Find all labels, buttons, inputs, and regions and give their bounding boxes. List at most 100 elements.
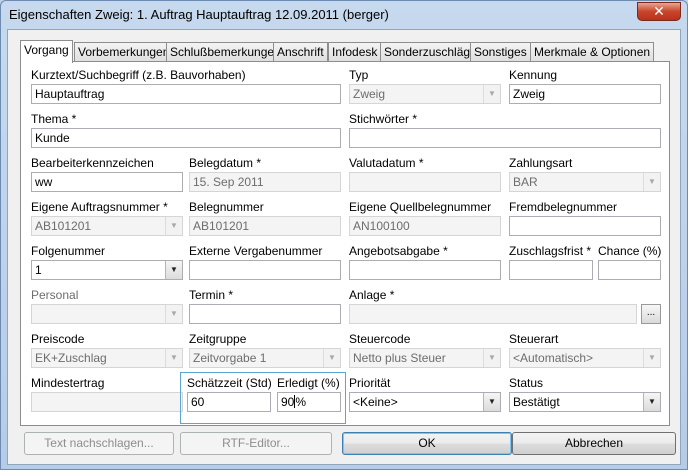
steuercode-select[interactable]: Netto plus Steuer ▼ bbox=[349, 348, 501, 368]
folgenummer-select[interactable]: 1 ▼ bbox=[31, 260, 183, 280]
erledigt-label: Erledigt (%) bbox=[277, 376, 340, 390]
tab-vorbemerkungen[interactable]: Vorbemerkungen bbox=[74, 42, 174, 62]
belegnummer-input[interactable]: AB101201 bbox=[189, 216, 341, 236]
thema-input[interactable]: Kunde bbox=[31, 128, 341, 148]
bearbeiter-label: Bearbeiterkennzeichen bbox=[31, 156, 154, 170]
angebotsabgabe-label: Angebotsabgabe * bbox=[349, 244, 448, 258]
kennung-label: Kennung bbox=[509, 68, 558, 82]
status-select[interactable]: Bestätigt ▼ bbox=[509, 392, 661, 412]
angebotsabgabe-input[interactable] bbox=[349, 260, 501, 280]
zeitgruppe-select[interactable]: Zeitvorgabe 1 ▼ bbox=[189, 348, 341, 368]
prioritaet-value: <Keine> bbox=[353, 395, 398, 409]
schaetzzeit-label: Schätzzeit (Std) bbox=[187, 376, 272, 390]
eigene-auftragsnr-value: AB101201 bbox=[35, 219, 92, 233]
termin-label: Termin * bbox=[189, 288, 234, 302]
bearbeiter-input[interactable]: ww bbox=[31, 172, 183, 192]
mindestertrag-input[interactable] bbox=[31, 392, 183, 412]
dialog-client-area: Vorgang Vorbemerkungen Schlußbemerkungen… bbox=[7, 29, 681, 465]
abbrechen-button[interactable]: Abbrechen bbox=[512, 432, 676, 455]
steuerart-label: Steuerart bbox=[509, 332, 559, 346]
preiscode-value: EK+Zuschlag bbox=[35, 351, 107, 365]
zeitgruppe-value: Zeitvorgabe 1 bbox=[193, 351, 267, 365]
chevron-down-icon: ▼ bbox=[483, 85, 500, 103]
typ-value: Zweig bbox=[353, 87, 386, 101]
externe-vergabe-input[interactable] bbox=[189, 260, 341, 280]
prioritaet-select[interactable]: <Keine> ▼ bbox=[349, 392, 501, 412]
kurztext-input[interactable]: Hauptauftrag bbox=[31, 84, 341, 104]
ok-button[interactable]: OK bbox=[342, 432, 512, 455]
typ-select[interactable]: Zweig ▼ bbox=[349, 84, 501, 104]
rtf-editor-button[interactable]: RTF-Editor... bbox=[180, 432, 332, 455]
chevron-down-icon: ▼ bbox=[165, 349, 182, 367]
externe-vergabe-label: Externe Vergabenummer bbox=[189, 244, 323, 258]
chevron-down-icon: ▼ bbox=[483, 393, 500, 411]
valutadatum-input[interactable] bbox=[349, 172, 501, 192]
chevron-down-icon: ▼ bbox=[643, 393, 660, 411]
erledigt-unit: % bbox=[295, 395, 307, 409]
quellbelegnr-input[interactable]: AN100100 bbox=[349, 216, 501, 236]
tab-sonderzuschlaege[interactable]: Sonderzuschläge bbox=[380, 42, 481, 62]
steuerart-value: <Automatisch> bbox=[513, 351, 594, 365]
anlage-input[interactable] bbox=[349, 304, 637, 324]
zuschlagsfrist-input[interactable] bbox=[509, 260, 593, 280]
anlage-browse-button[interactable]: ... bbox=[641, 304, 661, 324]
zahlungsart-value: BAR bbox=[513, 175, 538, 189]
steuerart-select[interactable]: <Automatisch> ▼ bbox=[509, 348, 661, 368]
zahlungsart-label: Zahlungsart bbox=[509, 156, 573, 170]
stichwoerter-input[interactable] bbox=[349, 128, 661, 148]
eigene-auftragsnr-select[interactable]: AB101201 ▼ bbox=[31, 216, 183, 236]
window-title: Eigenschaften Zweig: 1. Auftrag Hauptauf… bbox=[9, 7, 389, 22]
belegnummer-label: Belegnummer bbox=[189, 200, 264, 214]
erledigt-input[interactable]: 90% bbox=[277, 392, 341, 412]
schaetzzeit-input[interactable]: 60 bbox=[187, 392, 271, 412]
zahlungsart-select[interactable]: BAR ▼ bbox=[509, 172, 661, 192]
steuercode-label: Steuercode bbox=[349, 332, 411, 346]
personal-label: Personal bbox=[31, 288, 79, 302]
close-icon: ✕ bbox=[653, 3, 665, 19]
folgenummer-label: Folgenummer bbox=[31, 244, 106, 258]
chevron-down-icon: ▼ bbox=[165, 217, 182, 235]
zuschlagsfrist-label: Zuschlagsfrist * bbox=[509, 244, 592, 258]
text-nachschlagen-button[interactable]: Text nachschlagen... bbox=[24, 432, 174, 455]
fremdbelegnr-input[interactable] bbox=[509, 216, 661, 236]
schaetzzeit-group: Schätzzeit (Std) 60 Erledigt (%) 90% bbox=[180, 372, 346, 424]
stichwoerter-label: Stichwörter * bbox=[349, 112, 418, 126]
chevron-down-icon: ▼ bbox=[165, 261, 182, 279]
tab-sonstiges[interactable]: Sonstiges bbox=[470, 42, 531, 62]
belegdatum-label: Belegdatum * bbox=[189, 156, 262, 170]
folgenummer-value: 1 bbox=[35, 263, 42, 277]
steuercode-value: Netto plus Steuer bbox=[353, 351, 446, 365]
termin-input[interactable] bbox=[189, 304, 341, 324]
anlage-label: Anlage * bbox=[349, 288, 395, 302]
prioritaet-label: Priorität bbox=[349, 376, 391, 390]
kennung-input[interactable]: Zweig bbox=[509, 84, 661, 104]
close-button[interactable]: ✕ bbox=[637, 2, 681, 21]
personal-select[interactable]: ▼ bbox=[31, 304, 183, 324]
tab-infodesk[interactable]: Infodesk bbox=[328, 42, 382, 62]
chevron-down-icon: ▼ bbox=[643, 349, 660, 367]
dialog-window: Eigenschaften Zweig: 1. Auftrag Hauptauf… bbox=[0, 0, 688, 470]
fremdbelegnr-label: Fremdbelegnummer bbox=[509, 200, 618, 214]
quellbelegnr-label: Eigene Quellbelegnummer bbox=[349, 200, 492, 214]
tab-merkmale-optionen[interactable]: Merkmale & Optionen bbox=[530, 42, 655, 62]
chevron-down-icon: ▼ bbox=[483, 349, 500, 367]
belegdatum-input[interactable]: 15. Sep 2011 bbox=[189, 172, 341, 192]
erledigt-value: 90 bbox=[281, 395, 295, 409]
status-value: Bestätigt bbox=[513, 395, 560, 409]
kurztext-label: Kurztext/Suchbegriff (z.B. Bauvorhaben) bbox=[31, 68, 246, 82]
mindestertrag-label: Mindestertrag bbox=[31, 376, 105, 390]
preiscode-label: Preiscode bbox=[31, 332, 85, 346]
preiscode-select[interactable]: EK+Zuschlag ▼ bbox=[31, 348, 183, 368]
chance-input[interactable] bbox=[598, 260, 661, 280]
title-bar[interactable]: Eigenschaften Zweig: 1. Auftrag Hauptauf… bbox=[1, 1, 687, 29]
zeitgruppe-label: Zeitgruppe bbox=[189, 332, 247, 346]
tab-vorgang[interactable]: Vorgang bbox=[20, 40, 73, 63]
status-label: Status bbox=[509, 376, 544, 390]
chevron-down-icon: ▼ bbox=[643, 173, 660, 191]
chevron-down-icon: ▼ bbox=[323, 349, 340, 367]
thema-label: Thema * bbox=[31, 112, 77, 126]
eigene-auftragsnr-label: Eigene Auftragsnummer * bbox=[31, 200, 168, 214]
chevron-down-icon: ▼ bbox=[165, 305, 182, 323]
tab-schlussbemerkungen[interactable]: Schlußbemerkungen bbox=[166, 42, 285, 62]
tab-anschrift[interactable]: Anschrift bbox=[273, 42, 328, 62]
